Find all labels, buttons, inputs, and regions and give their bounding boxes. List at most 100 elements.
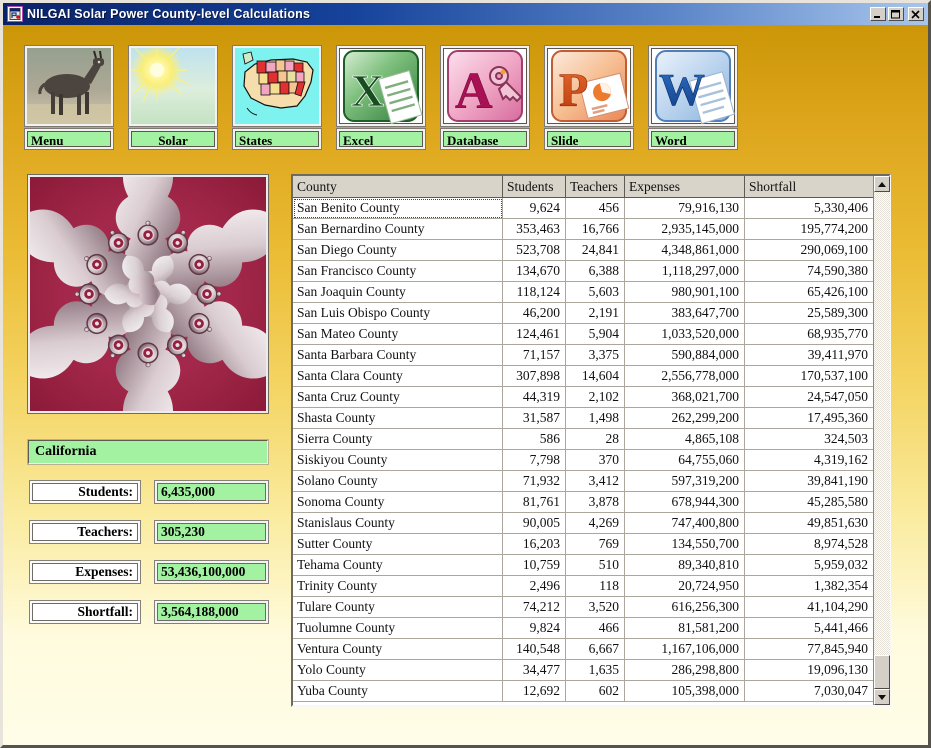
table-row[interactable]: Solano County 71,932 3,412 597,319,200 39,84… bbox=[293, 471, 873, 492]
value-cell[interactable]: 79,916,130 bbox=[625, 198, 745, 219]
table-row[interactable]: Stanislaus County 90,005 4,269 747,400,800 4… bbox=[293, 513, 873, 534]
value-cell[interactable]: 39,841,190 bbox=[745, 471, 873, 492]
minimize-button[interactable] bbox=[870, 7, 886, 21]
value-cell[interactable]: 370 bbox=[566, 450, 625, 471]
value-cell[interactable]: 4,269 bbox=[566, 513, 625, 534]
value-cell[interactable]: 286,298,800 bbox=[625, 660, 745, 681]
value-cell[interactable]: 17,495,360 bbox=[745, 408, 873, 429]
table-row[interactable]: San Francisco County 134,670 6,388 1,118,29… bbox=[293, 261, 873, 282]
table-row[interactable]: Yolo County 34,477 1,635 286,298,800 19,096,… bbox=[293, 660, 873, 681]
value-cell[interactable]: 2,496 bbox=[503, 576, 566, 597]
value-cell[interactable]: 456 bbox=[566, 198, 625, 219]
value-cell[interactable]: 262,299,200 bbox=[625, 408, 745, 429]
value-cell[interactable]: 1,033,520,000 bbox=[625, 324, 745, 345]
value-cell[interactable]: 2,102 bbox=[566, 387, 625, 408]
value-cell[interactable]: 586 bbox=[503, 429, 566, 450]
county-cell[interactable]: Tulare County bbox=[293, 597, 503, 618]
value-cell[interactable]: 5,959,032 bbox=[745, 555, 873, 576]
word-button[interactable]: W Word bbox=[648, 45, 738, 150]
value-cell[interactable]: 6,388 bbox=[566, 261, 625, 282]
value-cell[interactable]: 74,212 bbox=[503, 597, 566, 618]
value-cell[interactable]: 68,935,770 bbox=[745, 324, 873, 345]
value-cell[interactable]: 16,766 bbox=[566, 219, 625, 240]
table-row[interactable]: San Diego County 523,708 24,841 4,348,861,0… bbox=[293, 240, 873, 261]
table-row[interactable]: San Luis Obispo County 46,200 2,191 383,647… bbox=[293, 303, 873, 324]
value-cell[interactable]: 19,096,130 bbox=[745, 660, 873, 681]
value-cell[interactable]: 1,382,354 bbox=[745, 576, 873, 597]
value-cell[interactable]: 134,550,700 bbox=[625, 534, 745, 555]
county-cell[interactable]: Yolo County bbox=[293, 660, 503, 681]
county-cell[interactable]: Santa Clara County bbox=[293, 366, 503, 387]
slide-button[interactable]: P Slide bbox=[544, 45, 634, 150]
county-cell[interactable]: Ventura County bbox=[293, 639, 503, 660]
value-cell[interactable]: 195,774,200 bbox=[745, 219, 873, 240]
value-cell[interactable]: 81,581,200 bbox=[625, 618, 745, 639]
value-cell[interactable]: 118,124 bbox=[503, 282, 566, 303]
value-cell[interactable]: 5,603 bbox=[566, 282, 625, 303]
value-cell[interactable]: 45,285,580 bbox=[745, 492, 873, 513]
table-row[interactable]: San Benito County 9,624 456 79,916,130 5,330… bbox=[293, 198, 873, 219]
solar-button[interactable]: Solar bbox=[128, 45, 218, 150]
value-cell[interactable]: 678,944,300 bbox=[625, 492, 745, 513]
value-cell[interactable]: 5,904 bbox=[566, 324, 625, 345]
table-row[interactable]: San Bernardino County 353,463 16,766 2,935,… bbox=[293, 219, 873, 240]
value-cell[interactable]: 44,319 bbox=[503, 387, 566, 408]
value-cell[interactable]: 6,667 bbox=[566, 639, 625, 660]
maximize-button[interactable] bbox=[888, 7, 904, 21]
value-cell[interactable]: 5,330,406 bbox=[745, 198, 873, 219]
scroll-down-button[interactable] bbox=[874, 689, 890, 705]
value-cell[interactable]: 523,708 bbox=[503, 240, 566, 261]
close-button[interactable] bbox=[908, 7, 924, 21]
county-cell[interactable]: Trinity County bbox=[293, 576, 503, 597]
value-cell[interactable]: 34,477 bbox=[503, 660, 566, 681]
value-cell[interactable]: 590,884,000 bbox=[625, 345, 745, 366]
value-cell[interactable]: 307,898 bbox=[503, 366, 566, 387]
states-button[interactable]: States bbox=[232, 45, 322, 150]
value-cell[interactable]: 31,587 bbox=[503, 408, 566, 429]
value-cell[interactable]: 597,319,200 bbox=[625, 471, 745, 492]
value-cell[interactable]: 510 bbox=[566, 555, 625, 576]
value-cell[interactable]: 25,589,300 bbox=[745, 303, 873, 324]
value-cell[interactable]: 353,463 bbox=[503, 219, 566, 240]
table-row[interactable]: Siskiyou County 7,798 370 64,755,060 4,319,1… bbox=[293, 450, 873, 471]
value-cell[interactable]: 71,932 bbox=[503, 471, 566, 492]
value-cell[interactable]: 28 bbox=[566, 429, 625, 450]
value-cell[interactable]: 980,901,100 bbox=[625, 282, 745, 303]
value-cell[interactable]: 3,375 bbox=[566, 345, 625, 366]
table-row[interactable]: Tulare County 74,212 3,520 616,256,300 41,10… bbox=[293, 597, 873, 618]
county-cell[interactable]: Sierra County bbox=[293, 429, 503, 450]
value-cell[interactable]: 466 bbox=[566, 618, 625, 639]
county-cell[interactable]: Siskiyou County bbox=[293, 450, 503, 471]
value-cell[interactable]: 10,759 bbox=[503, 555, 566, 576]
value-cell[interactable]: 24,841 bbox=[566, 240, 625, 261]
county-cell[interactable]: San Benito County bbox=[293, 198, 503, 219]
value-cell[interactable]: 5,441,466 bbox=[745, 618, 873, 639]
database-button[interactable]: A Database bbox=[440, 45, 530, 150]
value-cell[interactable]: 1,167,106,000 bbox=[625, 639, 745, 660]
value-cell[interactable]: 12,692 bbox=[503, 681, 566, 702]
table-row[interactable]: Santa Barbara County 71,157 3,375 590,884,0… bbox=[293, 345, 873, 366]
value-cell[interactable]: 3,412 bbox=[566, 471, 625, 492]
table-row[interactable]: Sonoma County 81,761 3,878 678,944,300 45,28… bbox=[293, 492, 873, 513]
table-row[interactable]: Sierra County 586 28 4,865,108 324,503 bbox=[293, 429, 873, 450]
table-row[interactable]: Santa Cruz County 44,319 2,102 368,021,700 2… bbox=[293, 387, 873, 408]
value-cell[interactable]: 747,400,800 bbox=[625, 513, 745, 534]
table-row[interactable]: Shasta County 31,587 1,498 262,299,200 17,49… bbox=[293, 408, 873, 429]
county-cell[interactable]: Shasta County bbox=[293, 408, 503, 429]
value-cell[interactable]: 74,590,380 bbox=[745, 261, 873, 282]
value-cell[interactable]: 64,755,060 bbox=[625, 450, 745, 471]
county-cell[interactable]: Yuba County bbox=[293, 681, 503, 702]
county-cell[interactable]: Stanislaus County bbox=[293, 513, 503, 534]
table-row[interactable]: Ventura County 140,548 6,667 1,167,106,000 7… bbox=[293, 639, 873, 660]
table-row[interactable]: Trinity County 2,496 118 20,724,950 1,382,35… bbox=[293, 576, 873, 597]
county-cell[interactable]: Santa Barbara County bbox=[293, 345, 503, 366]
county-cell[interactable]: San Joaquin County bbox=[293, 282, 503, 303]
value-cell[interactable]: 1,635 bbox=[566, 660, 625, 681]
value-cell[interactable]: 616,256,300 bbox=[625, 597, 745, 618]
county-cell[interactable]: San Luis Obispo County bbox=[293, 303, 503, 324]
table-row[interactable]: Tehama County 10,759 510 89,340,810 5,959,03… bbox=[293, 555, 873, 576]
value-cell[interactable]: 134,670 bbox=[503, 261, 566, 282]
county-cell[interactable]: San Bernardino County bbox=[293, 219, 503, 240]
excel-button[interactable]: X Excel bbox=[336, 45, 426, 150]
value-cell[interactable]: 41,104,290 bbox=[745, 597, 873, 618]
